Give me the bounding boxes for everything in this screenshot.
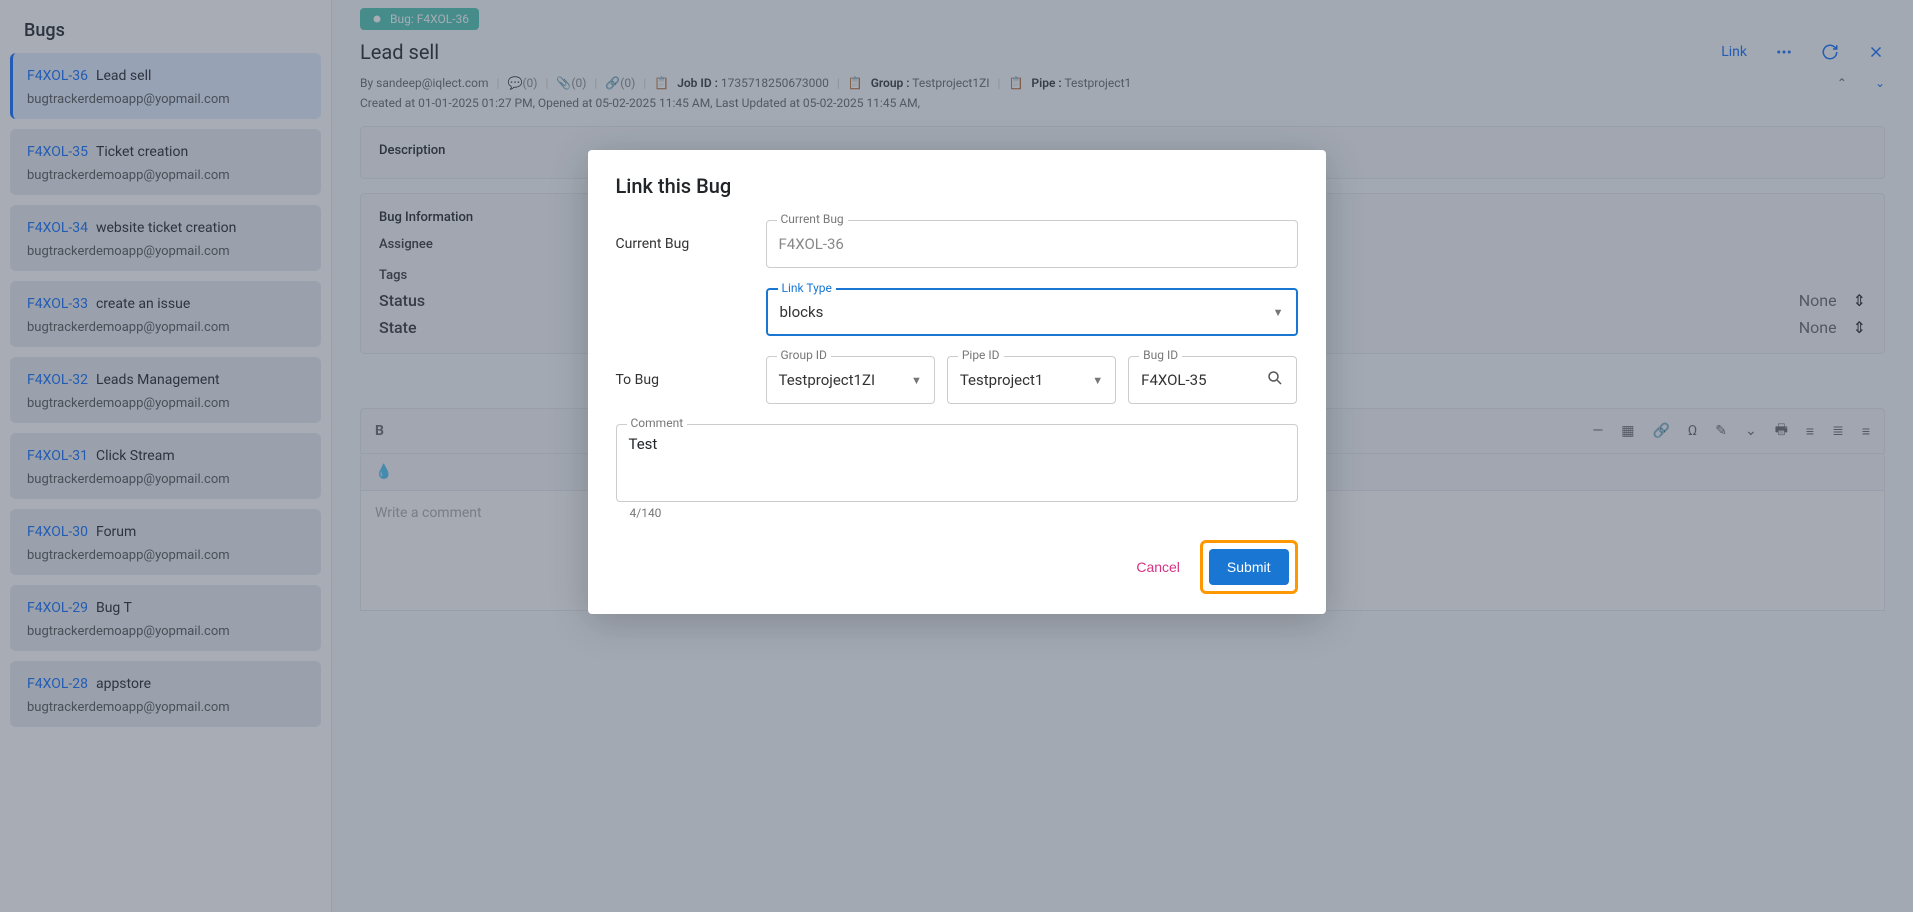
current-bug-value: F4XOL-36 [779, 235, 844, 253]
comment-field[interactable]: Comment Test [616, 424, 1298, 502]
link-type-select[interactable]: Link Type blocks ▼ [766, 288, 1298, 336]
submit-button[interactable]: Submit [1209, 549, 1289, 585]
bug-id-input[interactable]: Bug ID F4XOL-35 [1128, 356, 1297, 404]
pipe-float-label: Pipe ID [958, 348, 1004, 362]
modal-title: Link this Bug [616, 174, 1298, 198]
group-float-label: Group ID [777, 348, 831, 362]
link-type-value: blocks [780, 303, 824, 321]
comment-float-label: Comment [627, 416, 688, 430]
pipe-id-select[interactable]: Pipe ID Testproject1 ▼ [947, 356, 1116, 404]
search-icon[interactable] [1266, 369, 1284, 391]
current-bug-float-label: Current Bug [777, 212, 848, 226]
to-bug-label: To Bug [616, 372, 746, 388]
bugid-float-label: Bug ID [1139, 348, 1182, 362]
bugid-value: F4XOL-35 [1141, 371, 1206, 389]
chevron-down-icon: ▼ [911, 374, 922, 387]
chevron-down-icon: ▼ [1092, 374, 1103, 387]
submit-highlight: Submit [1200, 540, 1298, 594]
group-id-select[interactable]: Group ID Testproject1ZI ▼ [766, 356, 935, 404]
comment-value: Test [629, 435, 658, 453]
modal-overlay: Link this Bug Current Bug Current Bug F4… [0, 0, 1913, 912]
current-bug-field: Current Bug F4XOL-36 [766, 220, 1298, 268]
current-bug-label: Current Bug [616, 236, 746, 252]
char-count: 4/140 [630, 506, 1298, 520]
cancel-button[interactable]: Cancel [1130, 549, 1186, 585]
group-value: Testproject1ZI [779, 371, 876, 389]
pipe-value: Testproject1 [960, 371, 1043, 389]
link-type-float-label: Link Type [778, 281, 836, 295]
chevron-down-icon: ▼ [1273, 306, 1284, 319]
link-bug-modal: Link this Bug Current Bug Current Bug F4… [588, 150, 1326, 614]
